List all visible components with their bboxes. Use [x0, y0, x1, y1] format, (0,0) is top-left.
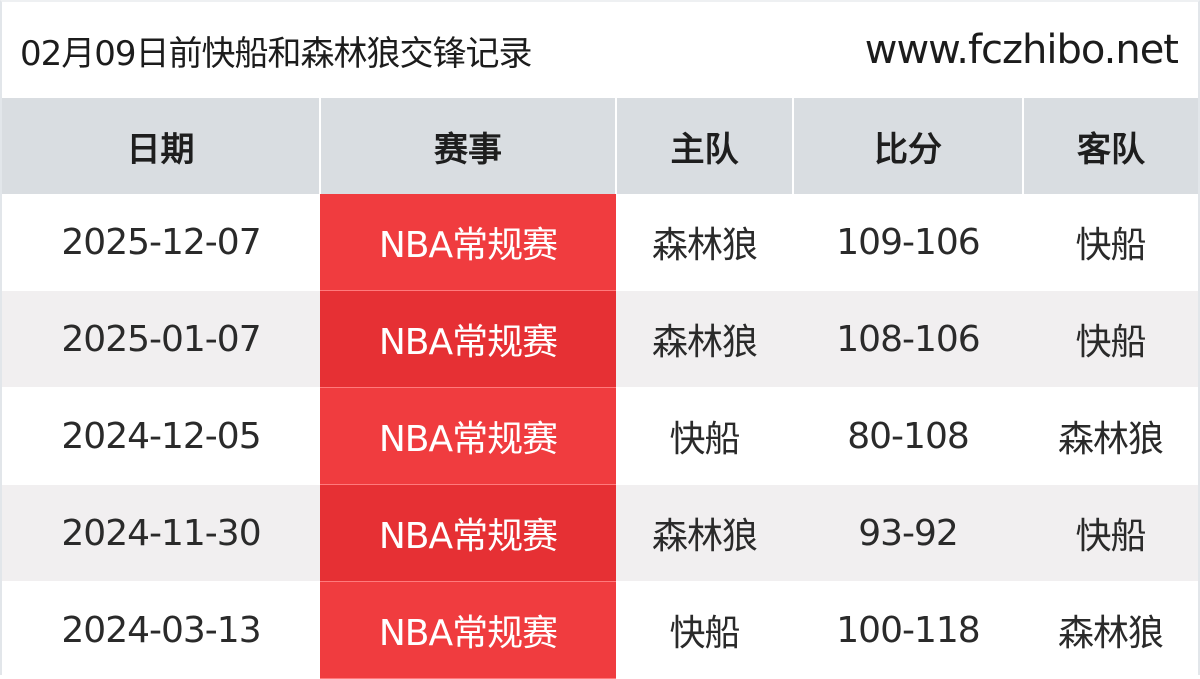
away-team-cell: 快船 [1023, 484, 1198, 582]
away-team-cell: 快船 [1023, 290, 1198, 388]
date-cell: 2025-01-07 [2, 290, 320, 388]
column-header-away: 客队 [1023, 98, 1198, 194]
table-header-row: 日期 赛事 主队 比分 客队 [2, 98, 1198, 194]
column-header-score: 比分 [793, 98, 1024, 194]
home-team-cell: 森林狼 [616, 290, 793, 388]
away-team-cell: 森林狼 [1023, 581, 1198, 679]
away-team-cell: 快船 [1023, 194, 1198, 291]
page-title: 02月09日前快船和森林狼交锋记录 [20, 33, 533, 74]
home-team-cell: 森林狼 [616, 194, 793, 291]
away-team-cell: 森林狼 [1023, 387, 1198, 485]
table-row: 2025-12-07 NBA常规赛 森林狼 109-106 快船 [2, 194, 1198, 291]
event-cell: NBA常规赛 [320, 387, 616, 485]
event-cell: NBA常规赛 [320, 581, 616, 679]
page-frame: 02月09日前快船和森林狼交锋记录 www.fczhibo.net 日期 赛事 … [0, 0, 1200, 679]
site-url[interactable]: www.fczhibo.net [865, 27, 1179, 73]
score-cell: 100-118 [793, 581, 1023, 679]
table-row: 2024-11-30 NBA常规赛 森林狼 93-92 快船 [2, 484, 1198, 582]
column-header-home: 主队 [616, 98, 794, 194]
column-header-event: 赛事 [320, 98, 617, 194]
column-header-date: 日期 [2, 98, 321, 194]
event-cell: NBA常规赛 [320, 290, 616, 388]
table-header: 日期 赛事 主队 比分 客队 [2, 98, 1198, 194]
score-cell: 109-106 [793, 194, 1023, 291]
score-cell: 108-106 [793, 290, 1023, 388]
score-cell: 80-108 [793, 387, 1023, 485]
date-cell: 2024-03-13 [2, 581, 320, 679]
date-cell: 2024-11-30 [2, 484, 320, 582]
table-row: 2025-01-07 NBA常规赛 森林狼 108-106 快船 [2, 290, 1198, 388]
date-cell: 2025-12-07 [2, 194, 320, 291]
table-row: 2024-03-13 NBA常规赛 快船 100-118 森林狼 [2, 581, 1198, 679]
event-cell: NBA常规赛 [320, 194, 616, 291]
date-cell: 2024-12-05 [2, 387, 320, 485]
title-bar: 02月09日前快船和森林狼交锋记录 www.fczhibo.net [2, 2, 1198, 98]
home-team-cell: 森林狼 [616, 484, 793, 582]
home-team-cell: 快船 [616, 387, 793, 485]
head-to-head-table: 日期 赛事 主队 比分 客队 2025-12-07 NBA常规赛 森林狼 109… [2, 98, 1198, 679]
event-cell: NBA常规赛 [320, 484, 616, 582]
home-team-cell: 快船 [616, 581, 793, 679]
table-row: 2024-12-05 NBA常规赛 快船 80-108 森林狼 [2, 387, 1198, 485]
score-cell: 93-92 [793, 484, 1023, 582]
table-body: 2025-12-07 NBA常规赛 森林狼 109-106 快船 2025-01… [2, 194, 1198, 679]
